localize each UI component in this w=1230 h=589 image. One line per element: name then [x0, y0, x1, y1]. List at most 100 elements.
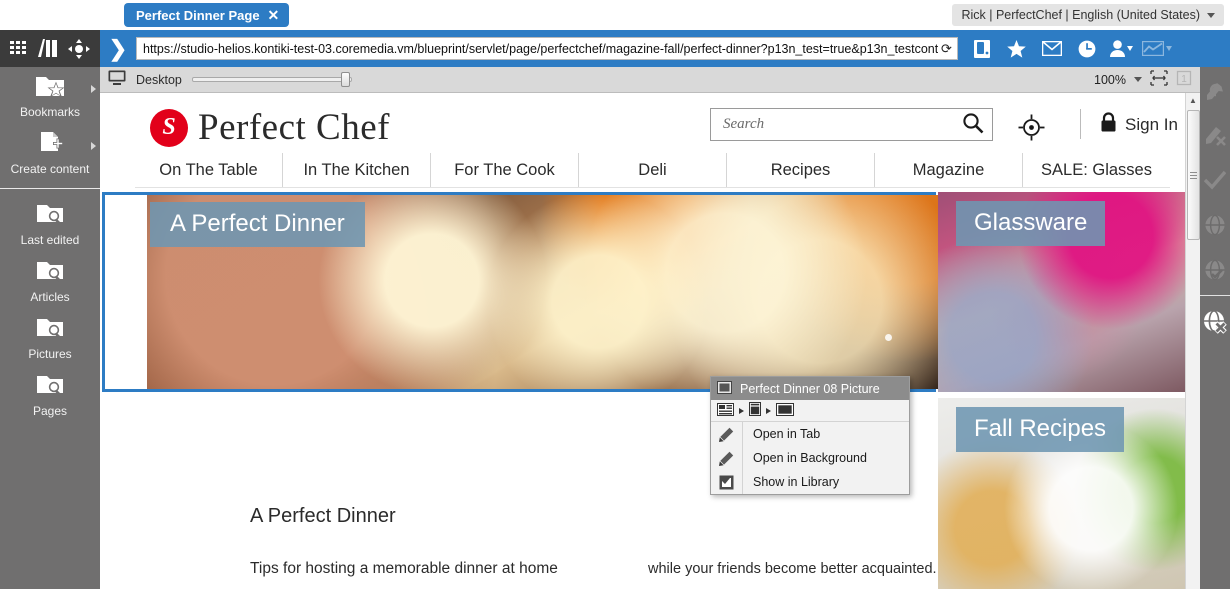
teaser-glassware[interactable]: Glassware [938, 192, 1185, 392]
device-label: Desktop [136, 72, 182, 87]
nav-item-in-the-kitchen[interactable]: In The Kitchen [282, 153, 430, 187]
site-logo[interactable]: S Perfect Chef [150, 106, 390, 149]
nav-item-recipes[interactable]: Recipes [726, 153, 874, 187]
chevron-right-icon[interactable] [739, 407, 744, 414]
check-in-cancel-icon[interactable] [1200, 112, 1230, 157]
chevron-right-icon[interactable] [766, 407, 771, 414]
context-menu-item-open-in-background[interactable]: Open in Background [711, 446, 909, 470]
article-column-left: Tips for hosting a memorable dinner at h… [250, 560, 558, 577]
sidebar-item-label: Last edited [20, 233, 80, 247]
layout-landscape-icon[interactable] [776, 402, 794, 419]
sign-in-label: Sign In [1125, 115, 1178, 134]
slider-knob[interactable] [340, 72, 350, 87]
sidebar-item-label: Pictures [28, 347, 72, 361]
sidebar-item-last-edited[interactable]: Last edited [0, 195, 100, 252]
search-placeholder: Search [723, 116, 765, 132]
nav-item-sale-glasses[interactable]: SALE: Glasses [1022, 153, 1170, 187]
sidebar-item-create-content[interactable]: Create content [0, 124, 100, 181]
preview-scrollbar[interactable]: ▲ [1185, 93, 1200, 589]
user-session-chip[interactable]: Rick | PerfectChef | English (United Sta… [952, 4, 1224, 26]
target-crosshair-icon[interactable] [1018, 114, 1045, 144]
reload-icon[interactable]: ⟳ [938, 41, 955, 57]
device-width-slider[interactable] [191, 72, 352, 87]
folder-search-icon [35, 315, 65, 344]
nav-item-magazine[interactable]: Magazine [874, 153, 1022, 187]
tab-label: Perfect Dinner Page [136, 7, 260, 23]
chef-logo-icon: S [150, 108, 188, 147]
analytics-chart-icon[interactable] [1139, 30, 1174, 67]
scroll-up-arrow-icon[interactable]: ▲ [1186, 93, 1200, 108]
close-icon[interactable]: ✕ [268, 8, 280, 22]
slider-track [191, 77, 352, 82]
site-navigation: On The Table In The Kitchen For The Cook… [135, 153, 1170, 188]
article-heading: A Perfect Dinner [250, 505, 396, 527]
sidebar-item-label: Pages [32, 404, 68, 418]
folder-search-icon [35, 372, 65, 401]
tab-perfect-dinner-page[interactable]: Perfect Dinner Page ✕ [124, 3, 290, 27]
clock-time-icon[interactable] [1069, 30, 1104, 67]
sidebar-item-bookmarks[interactable]: Bookmarks [0, 67, 100, 124]
article-column-right: while your friends become better acquain… [648, 561, 937, 577]
user-persona-icon[interactable] [1104, 30, 1139, 67]
picture-content-icon [717, 380, 732, 397]
layout-portrait-icon[interactable] [749, 402, 761, 419]
left-sidebar: Bookmarks Create content Last edited Art… [0, 67, 100, 589]
sign-in-button[interactable]: Sign In [1100, 112, 1178, 138]
context-menu-item-show-in-library[interactable]: Show in Library [711, 470, 909, 494]
folder-search-icon [35, 201, 65, 230]
folder-search-icon [35, 258, 65, 287]
context-menu-item-open-in-tab[interactable]: Open in Tab [711, 422, 909, 446]
url-input[interactable]: https://studio-helios.kontiki-test-03.co… [136, 37, 958, 60]
sidebar-item-pictures[interactable]: Pictures [0, 309, 100, 366]
chevron-down-icon[interactable] [1127, 46, 1133, 51]
chevron-down-icon[interactable] [1134, 77, 1142, 82]
apps-grid-icon[interactable] [10, 40, 30, 57]
nav-item-deli[interactable]: Deli [578, 153, 726, 187]
page-preview: S Perfect Chef Search Sign In On The Tab… [100, 93, 1200, 589]
scrollbar-thumb[interactable] [1187, 110, 1200, 240]
single-page-icon[interactable]: 1 [1176, 70, 1192, 89]
fit-width-icon[interactable] [1150, 70, 1168, 89]
device-preview-icon[interactable] [964, 30, 999, 67]
pencil-icon [711, 427, 742, 442]
nav-item-for-the-cook[interactable]: For The Cook [430, 153, 578, 187]
desktop-monitor-icon [108, 70, 126, 89]
move-navigator-icon[interactable] [68, 38, 90, 59]
device-toolbar: Desktop 100% 1 [100, 67, 1200, 93]
chevron-right-icon[interactable] [91, 142, 96, 150]
bookmark-star-icon[interactable] [999, 30, 1034, 67]
search-input[interactable]: Search [710, 108, 993, 141]
hero-selection-frame[interactable]: A Perfect Dinner [102, 192, 939, 392]
pencil-icon [711, 451, 742, 466]
library-icon[interactable] [38, 38, 60, 59]
user-session-label: Rick | PerfectChef | English (United Sta… [961, 8, 1200, 22]
chevron-right-icon[interactable]: ❯ [100, 37, 136, 60]
url-text: https://studio-helios.kontiki-test-03.co… [143, 41, 938, 56]
mail-envelope-icon[interactable] [1034, 30, 1069, 67]
zoom-level-value[interactable]: 100% [1094, 73, 1126, 87]
context-menu-item-label: Show in Library [742, 470, 909, 494]
hero-title: A Perfect Dinner [150, 202, 365, 247]
right-toolbar-divider [1200, 295, 1230, 296]
teaser-title: Fall Recipes [956, 407, 1125, 452]
context-menu-title: Perfect Dinner 08 Picture [740, 381, 880, 396]
published-globe-check-icon[interactable] [1200, 247, 1230, 292]
publish-globe-icon[interactable] [1200, 202, 1230, 247]
checkout-icon[interactable] [1200, 67, 1230, 112]
scrollbar-grip [1190, 171, 1197, 179]
layout-variant-icon[interactable] [717, 402, 734, 419]
chevron-right-icon[interactable] [91, 85, 96, 93]
search-icon[interactable] [962, 112, 984, 137]
withdraw-globe-x-icon[interactable] [1200, 299, 1230, 344]
svg-text:1: 1 [1181, 74, 1187, 85]
approve-check-icon[interactable] [1200, 157, 1230, 202]
chevron-down-icon[interactable] [1165, 46, 1172, 51]
teaser-title: Glassware [956, 201, 1106, 246]
context-menu-header: Perfect Dinner 08 Picture [711, 377, 909, 400]
nav-item-on-the-table[interactable]: On The Table [135, 153, 282, 187]
hero-image-hotspot[interactable] [885, 334, 892, 341]
sidebar-item-pages[interactable]: Pages [0, 366, 100, 423]
sidebar-item-articles[interactable]: Articles [0, 252, 100, 309]
show-in-library-icon [711, 475, 742, 490]
right-action-toolbar [1200, 30, 1230, 589]
